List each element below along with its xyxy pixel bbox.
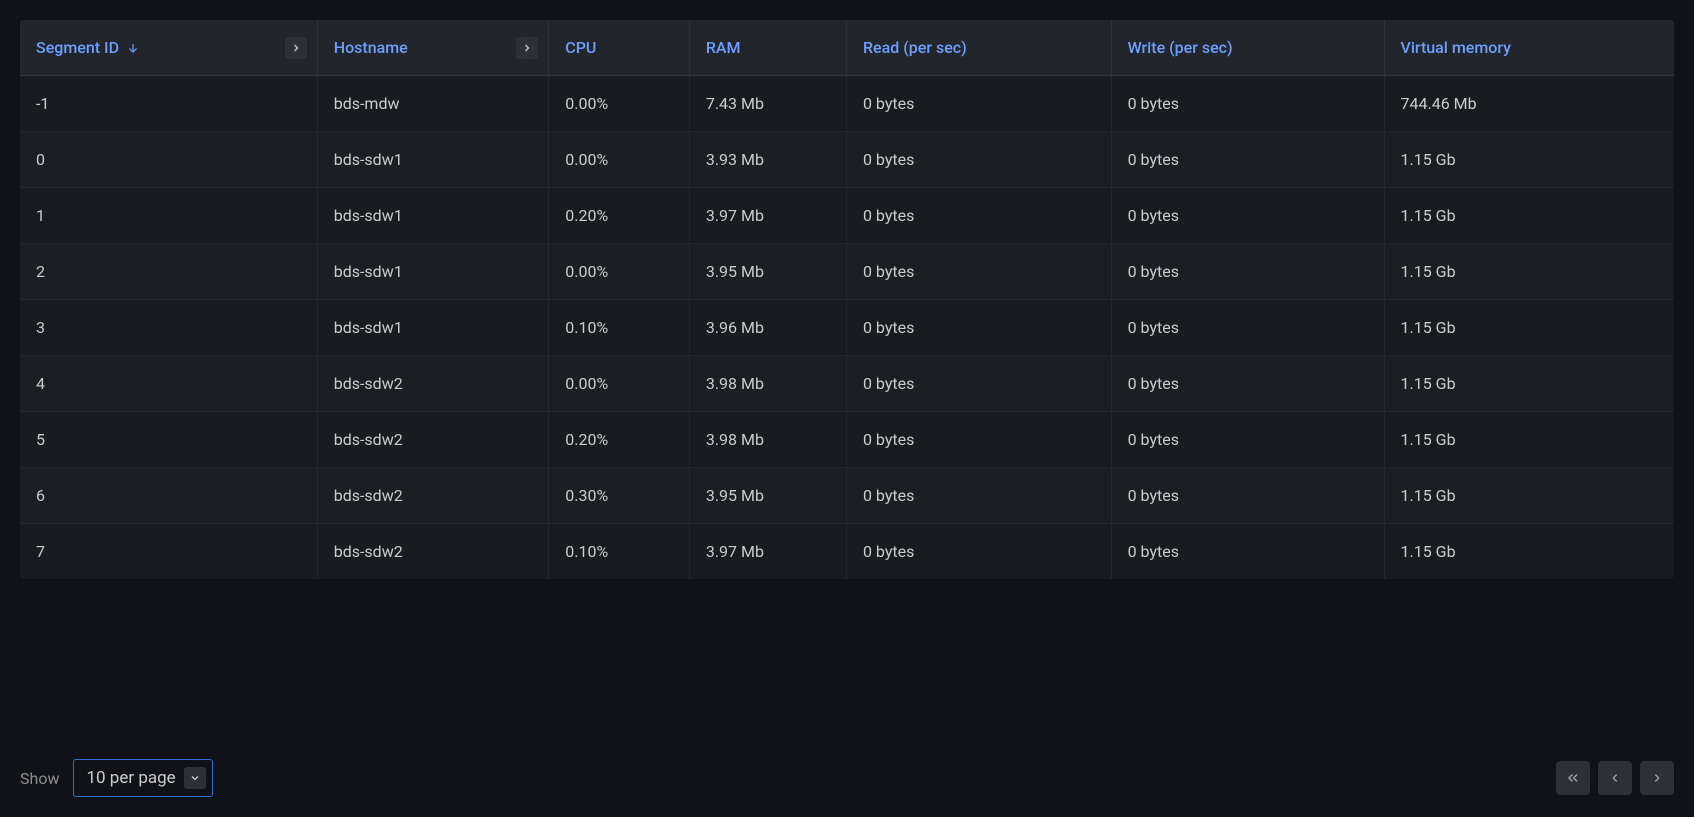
cell-hostname: bds-sdw2 xyxy=(318,468,550,524)
table-row: 3bds-sdw10.10%3.96 Mb0 bytes0 bytes1.15 … xyxy=(20,300,1674,356)
cell-cpu: 0.00% xyxy=(549,356,690,412)
cell-hostname: bds-sdw2 xyxy=(318,356,550,412)
table-row: -1bds-mdw0.00%7.43 Mb0 bytes0 bytes744.4… xyxy=(20,76,1674,132)
header-label: Segment ID xyxy=(36,38,119,57)
cell-hostname: bds-sdw2 xyxy=(318,524,550,579)
header-label: Write (per sec) xyxy=(1128,38,1233,57)
cell-vmem: 1.15 Gb xyxy=(1385,524,1675,579)
cell-segment: -1 xyxy=(20,76,318,132)
cell-write: 0 bytes xyxy=(1112,132,1385,188)
cell-cpu: 0.00% xyxy=(549,132,690,188)
cell-segment: 2 xyxy=(20,244,318,300)
cell-ram: 3.96 Mb xyxy=(690,300,847,356)
cell-write: 0 bytes xyxy=(1112,76,1385,132)
header-ram[interactable]: RAM xyxy=(690,20,847,76)
cell-hostname: bds-mdw xyxy=(318,76,550,132)
cell-write: 0 bytes xyxy=(1112,188,1385,244)
cell-write: 0 bytes xyxy=(1112,412,1385,468)
cell-segment: 0 xyxy=(20,132,318,188)
table-footer: Show 10 per page xyxy=(20,719,1674,797)
cell-ram: 3.98 Mb xyxy=(690,356,847,412)
arrow-down-icon xyxy=(125,40,141,56)
cell-vmem: 1.15 Gb xyxy=(1385,468,1675,524)
cell-ram: 3.97 Mb xyxy=(690,188,847,244)
cell-write: 0 bytes xyxy=(1112,468,1385,524)
header-read[interactable]: Read (per sec) xyxy=(847,20,1112,76)
table-row: 0bds-sdw10.00%3.93 Mb0 bytes0 bytes1.15 … xyxy=(20,132,1674,188)
cell-read: 0 bytes xyxy=(847,188,1112,244)
cell-cpu: 0.20% xyxy=(549,188,690,244)
cell-hostname: bds-sdw1 xyxy=(318,188,550,244)
cell-vmem: 744.46 Mb xyxy=(1385,76,1675,132)
cell-read: 0 bytes xyxy=(847,300,1112,356)
cell-ram: 3.95 Mb xyxy=(690,468,847,524)
cell-ram: 7.43 Mb xyxy=(690,76,847,132)
segment-monitoring-table: Segment ID Hostname xyxy=(20,20,1674,719)
cell-hostname: bds-sdw2 xyxy=(318,412,550,468)
column-expand-button[interactable] xyxy=(516,37,538,59)
table-row: 7bds-sdw20.10%3.97 Mb0 bytes0 bytes1.15 … xyxy=(20,524,1674,579)
table-row: 2bds-sdw10.00%3.95 Mb0 bytes0 bytes1.15 … xyxy=(20,244,1674,300)
cell-vmem: 1.15 Gb xyxy=(1385,300,1675,356)
cell-cpu: 0.10% xyxy=(549,524,690,579)
prev-page-button[interactable] xyxy=(1598,761,1632,795)
chevron-down-icon xyxy=(184,767,206,789)
header-label: Hostname xyxy=(334,38,408,57)
cell-cpu: 0.10% xyxy=(549,300,690,356)
header-cpu[interactable]: CPU xyxy=(549,20,690,76)
cell-write: 0 bytes xyxy=(1112,524,1385,579)
cell-cpu: 0.00% xyxy=(549,76,690,132)
cell-read: 0 bytes xyxy=(847,468,1112,524)
cell-segment: 1 xyxy=(20,188,318,244)
cell-write: 0 bytes xyxy=(1112,244,1385,300)
header-label: Virtual memory xyxy=(1401,38,1512,57)
page-size-select[interactable]: 10 per page xyxy=(73,759,212,797)
cell-vmem: 1.15 Gb xyxy=(1385,356,1675,412)
next-page-button[interactable] xyxy=(1640,761,1674,795)
cell-segment: 7 xyxy=(20,524,318,579)
header-segment-id[interactable]: Segment ID xyxy=(20,20,318,76)
header-label: Read (per sec) xyxy=(863,38,967,57)
table-row: 6bds-sdw20.30%3.95 Mb0 bytes0 bytes1.15 … xyxy=(20,468,1674,524)
cell-segment: 3 xyxy=(20,300,318,356)
cell-cpu: 0.20% xyxy=(549,412,690,468)
header-label: CPU xyxy=(565,38,596,57)
cell-hostname: bds-sdw1 xyxy=(318,300,550,356)
cell-hostname: bds-sdw1 xyxy=(318,132,550,188)
cell-read: 0 bytes xyxy=(847,244,1112,300)
cell-segment: 5 xyxy=(20,412,318,468)
header-write[interactable]: Write (per sec) xyxy=(1112,20,1385,76)
table-row: 4bds-sdw20.00%3.98 Mb0 bytes0 bytes1.15 … xyxy=(20,356,1674,412)
cell-vmem: 1.15 Gb xyxy=(1385,132,1675,188)
cell-segment: 6 xyxy=(20,468,318,524)
header-vmem[interactable]: Virtual memory xyxy=(1385,20,1675,76)
cell-read: 0 bytes xyxy=(847,76,1112,132)
cell-ram: 3.95 Mb xyxy=(690,244,847,300)
cell-write: 0 bytes xyxy=(1112,356,1385,412)
cell-read: 0 bytes xyxy=(847,412,1112,468)
cell-read: 0 bytes xyxy=(847,356,1112,412)
table-row: 1bds-sdw10.20%3.97 Mb0 bytes0 bytes1.15 … xyxy=(20,188,1674,244)
column-expand-button[interactable] xyxy=(285,37,307,59)
cell-hostname: bds-sdw1 xyxy=(318,244,550,300)
cell-ram: 3.98 Mb xyxy=(690,412,847,468)
cell-segment: 4 xyxy=(20,356,318,412)
cell-ram: 3.93 Mb xyxy=(690,132,847,188)
cell-write: 0 bytes xyxy=(1112,300,1385,356)
cell-cpu: 0.00% xyxy=(549,244,690,300)
cell-cpu: 0.30% xyxy=(549,468,690,524)
table-row: 5bds-sdw20.20%3.98 Mb0 bytes0 bytes1.15 … xyxy=(20,412,1674,468)
header-label: RAM xyxy=(706,38,741,57)
page-size-value: 10 per page xyxy=(86,768,175,788)
cell-read: 0 bytes xyxy=(847,524,1112,579)
cell-ram: 3.97 Mb xyxy=(690,524,847,579)
show-label: Show xyxy=(20,769,59,788)
cell-vmem: 1.15 Gb xyxy=(1385,244,1675,300)
cell-vmem: 1.15 Gb xyxy=(1385,412,1675,468)
header-hostname[interactable]: Hostname xyxy=(318,20,550,76)
cell-vmem: 1.15 Gb xyxy=(1385,188,1675,244)
cell-read: 0 bytes xyxy=(847,132,1112,188)
first-page-button[interactable] xyxy=(1556,761,1590,795)
